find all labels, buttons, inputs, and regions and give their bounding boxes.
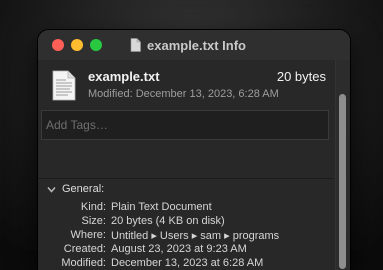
info-row-where: Where: Untitled ▸ Users ▸ sam ▸ programs <box>38 229 334 242</box>
section-divider <box>38 178 334 179</box>
info-value: 20 bytes (4 KB on disk) <box>111 215 225 227</box>
info-window: example.txt Info example.txt 20 bytes Mo… <box>38 30 350 270</box>
info-row-modified: Modified: December 13, 2023 at 6:28 AM <box>38 257 334 270</box>
close-button[interactable] <box>52 39 64 51</box>
scrollbar-thumb[interactable] <box>339 94 346 269</box>
general-section-toggle[interactable]: General: <box>47 183 104 195</box>
info-row-size: Size: 20 bytes (4 KB on disk) <box>38 215 334 228</box>
info-content: example.txt 20 bytes Modified: December … <box>38 60 350 270</box>
file-size: 20 bytes <box>276 69 326 84</box>
info-value: Plain Text Document <box>111 201 212 213</box>
chevron-down-icon <box>47 186 56 193</box>
window-title-group: example.txt Info <box>130 36 246 54</box>
info-key: Where: <box>70 229 106 241</box>
info-key: Created: <box>63 243 106 255</box>
title-bar[interactable]: example.txt Info <box>38 30 350 60</box>
info-value: August 23, 2023 at 9:23 AM <box>111 243 247 255</box>
text-file-icon <box>52 70 76 101</box>
info-value: Untitled ▸ Users ▸ sam ▸ programs <box>111 230 280 242</box>
document-icon <box>130 38 141 52</box>
info-value: December 13, 2023 at 6:28 AM <box>111 257 264 269</box>
zoom-button[interactable] <box>90 39 102 51</box>
file-name: example.txt <box>88 69 160 84</box>
modified-date: Modified: December 13, 2023, 6:28 AM <box>88 88 279 100</box>
scrollbar-track[interactable] <box>335 60 350 270</box>
tags-input[interactable] <box>41 110 329 140</box>
info-key: Modified: <box>61 257 106 269</box>
window-title: example.txt Info <box>147 37 246 53</box>
minimize-button[interactable] <box>71 39 83 51</box>
general-section-label: General: <box>62 183 105 195</box>
info-row-kind: Kind: Plain Text Document <box>38 201 334 214</box>
info-key: Kind: <box>80 201 106 213</box>
info-key: Size: <box>81 215 106 227</box>
